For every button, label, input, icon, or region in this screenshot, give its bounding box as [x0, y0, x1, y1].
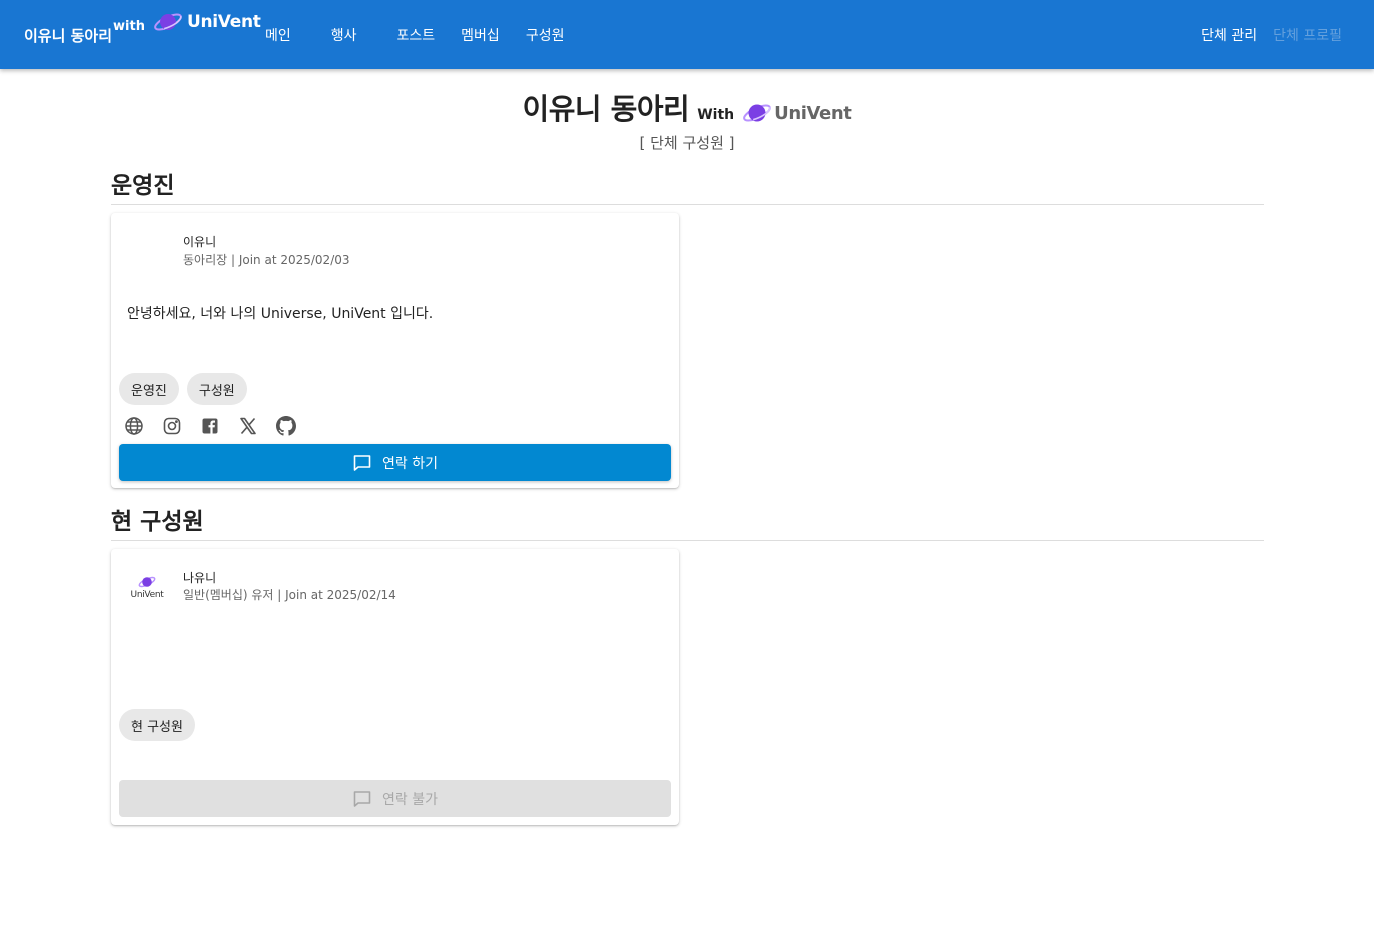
- member-name: 이유니: [183, 235, 217, 249]
- nav-group-manage[interactable]: 단체 관리: [1201, 25, 1257, 45]
- member-tags: 현 구성원: [119, 709, 203, 741]
- social-links: [123, 415, 313, 437]
- brand-with: with: [113, 18, 145, 34]
- title-row: 이유니 동아리 With UniVent: [523, 86, 852, 128]
- avatar: [127, 227, 167, 267]
- nav-group-profile[interactable]: 단체 프로필: [1273, 25, 1342, 45]
- member-card: 이유니 동아리장 | Join at 2025/02/03 안녕하세요, 너와 …: [111, 213, 679, 488]
- planet-logo-icon: [743, 104, 771, 122]
- main-nav: 메인 행사 포스트 멤버십 구성원: [246, 0, 584, 69]
- brand[interactable]: 이유니 동아리 with UniVent: [24, 8, 261, 60]
- contact-button-disabled: 연락 불가: [119, 780, 671, 817]
- tag-chip[interactable]: 현 구성원: [119, 709, 195, 741]
- section-title-members: 현 구성원: [111, 509, 204, 535]
- x-icon[interactable]: [237, 415, 259, 437]
- page-subtitle: [ 단체 구성원 ]: [639, 134, 735, 152]
- univent-logo: UniVent: [153, 9, 261, 35]
- section-title-staff: 운영진: [111, 173, 175, 199]
- facebook-icon[interactable]: [199, 415, 221, 437]
- member-tags: 운영진 구성원: [119, 373, 255, 405]
- planet-logo-icon: [138, 576, 156, 587]
- chat-bubble-icon: [353, 790, 371, 807]
- nav-posts[interactable]: 포스트: [377, 0, 456, 69]
- nav-main[interactable]: 메인: [246, 0, 311, 69]
- contact-button[interactable]: 연락 하기: [119, 444, 671, 481]
- section-divider: [111, 204, 1264, 205]
- planet-logo-icon: [154, 13, 182, 31]
- section-divider: [111, 540, 1264, 541]
- tag-chip[interactable]: 운영진: [119, 373, 179, 405]
- avatar-logo-text: UniVent: [130, 589, 164, 600]
- member-meta: 일반(멤버십) 유저 | Join at 2025/02/14: [183, 588, 396, 602]
- nav-right: 단체 관리 단체 프로필: [1185, 0, 1342, 69]
- page-title: 이유니 동아리: [522, 92, 690, 126]
- globe-icon[interactable]: [123, 415, 145, 437]
- member-meta: 동아리장 | Join at 2025/02/03: [183, 253, 350, 267]
- brand-name: 이유니 동아리: [24, 26, 113, 45]
- app-bar: 이유니 동아리 with UniVent 메인 행사 포스트 멤버십 구성원 단…: [0, 0, 1374, 69]
- nav-membership[interactable]: 멤버십: [455, 0, 520, 69]
- member-name: 나유니: [183, 571, 217, 585]
- instagram-icon[interactable]: [161, 415, 183, 437]
- contact-button-label: 연락 하기: [382, 455, 438, 472]
- nav-members[interactable]: 구성원: [520, 0, 585, 69]
- title-logo-text: UniVent: [774, 102, 852, 124]
- avatar: UniVent: [125, 567, 169, 607]
- contact-button-label: 연락 불가: [382, 791, 438, 808]
- title-with: With: [697, 107, 735, 123]
- nav-events[interactable]: 행사: [311, 0, 377, 69]
- member-card: UniVent 나유니 일반(멤버십) 유저 | Join at 2025/02…: [111, 549, 679, 825]
- github-icon[interactable]: [275, 415, 297, 437]
- tag-chip[interactable]: 구성원: [186, 373, 247, 405]
- page-header: 이유니 동아리 With UniVent [ 단체 구성원 ]: [0, 86, 1374, 153]
- member-bio: 안녕하세요, 너와 나의 Universe, UniVent 입니다.: [127, 306, 434, 322]
- title-univent-logo: UniVent: [742, 99, 852, 127]
- chat-bubble-icon: [353, 454, 371, 471]
